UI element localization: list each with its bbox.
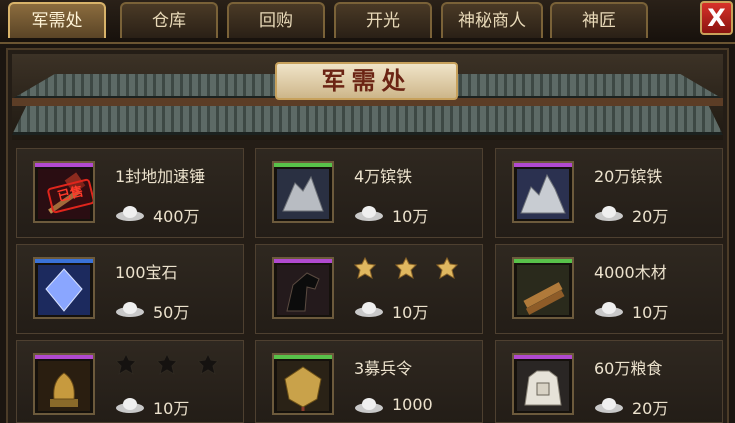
tab-warehouse[interactable]: 仓库 (120, 2, 218, 38)
shop-item-5[interactable]: 10万 (255, 244, 483, 334)
wood-icon (517, 265, 569, 315)
star-icon (156, 352, 179, 376)
item-price: 20万 (632, 399, 669, 418)
item-name: 4万镔铁 (354, 167, 413, 186)
item-price: 10万 (392, 303, 429, 322)
silver-ingot-icon (355, 398, 383, 413)
shop-item-2[interactable]: 4万镔铁 10万 (255, 148, 483, 238)
silver-ingot-icon (116, 398, 144, 413)
silver-ingot-icon (355, 302, 383, 317)
silver-ingot-icon (355, 206, 383, 221)
gem-icon (38, 265, 90, 315)
shop-item-3[interactable]: 20万镔铁 20万 (495, 148, 723, 238)
item-slot (512, 353, 574, 415)
shop-item-6[interactable]: 4000木材 10万 (495, 244, 723, 334)
close-button[interactable]: X (700, 1, 733, 35)
item-slot (272, 257, 334, 319)
item-price: 1000 (392, 395, 433, 414)
rarity-bar (35, 163, 93, 167)
silver-ingot-icon (595, 398, 623, 413)
item-slot (272, 161, 334, 223)
rarity-bar (274, 259, 332, 263)
item-price: 50万 (153, 303, 190, 322)
rarity-bar (274, 163, 332, 167)
silver-ingot-icon (595, 206, 623, 221)
shop-title: 军需处 (275, 62, 458, 100)
rarity-bar (514, 163, 572, 167)
item-price: 10万 (392, 207, 429, 226)
tab-craftsman[interactable]: 神匠 (550, 2, 648, 38)
item-slot (33, 353, 95, 415)
tab-mystery-merchant[interactable]: 神秘商人 (441, 2, 543, 38)
item-price: 400万 (153, 207, 200, 226)
silver-ingot-icon (116, 206, 144, 221)
iron-ore-icon (517, 169, 569, 219)
tab-military-supply[interactable]: 军需处 (8, 2, 106, 38)
horse-icon (277, 265, 329, 315)
rarity-bar (514, 259, 572, 263)
shop-item-7[interactable]: 10万 (16, 340, 244, 423)
item-name: 1封地加速锤 (115, 167, 206, 186)
shop-item-8[interactable]: 3募兵令 1000 (255, 340, 483, 423)
grain-sack-icon (517, 361, 569, 411)
item-name: 60万粮食 (594, 359, 663, 378)
item-price: 10万 (632, 303, 669, 322)
shop-banner: 军需处 (12, 54, 723, 140)
star-icon (436, 256, 459, 280)
rarity-bar (274, 355, 332, 359)
item-slot (272, 353, 334, 415)
star-rating (353, 256, 472, 283)
item-slot: 已售 (33, 161, 95, 223)
item-price: 10万 (153, 399, 190, 418)
silver-ingot-icon (595, 302, 623, 317)
item-name: 4000木材 (594, 263, 667, 282)
iron-ore-icon (277, 169, 329, 219)
item-name: 100宝石 (115, 263, 178, 282)
star-icon (395, 256, 418, 280)
star-rating (114, 352, 233, 379)
item-slot (512, 161, 574, 223)
tab-buyback[interactable]: 回购 (227, 2, 325, 38)
roof-decoration (12, 106, 723, 135)
item-name: 20万镔铁 (594, 167, 663, 186)
shop-item-9[interactable]: 60万粮食 20万 (495, 340, 723, 423)
rarity-bar (35, 259, 93, 263)
star-icon (197, 352, 220, 376)
item-slot (33, 257, 95, 319)
rarity-bar (35, 355, 93, 359)
item-slot (512, 257, 574, 319)
tab-bar: 军需处 仓库 回购 开光 神秘商人 神匠 X (0, 0, 735, 44)
shop-item-1[interactable]: 已售 1封地加速锤 400万 (16, 148, 244, 238)
silver-ingot-icon (116, 302, 144, 317)
shop-item-4[interactable]: 100宝石 50万 (16, 244, 244, 334)
rarity-bar (514, 355, 572, 359)
star-icon (353, 256, 377, 280)
item-price: 20万 (632, 207, 669, 226)
item-name: 3募兵令 (354, 359, 413, 378)
tab-consecrate[interactable]: 开光 (334, 2, 432, 38)
recruit-token-icon (277, 361, 329, 411)
dragon-statue-icon (38, 361, 90, 411)
star-icon (114, 352, 138, 376)
